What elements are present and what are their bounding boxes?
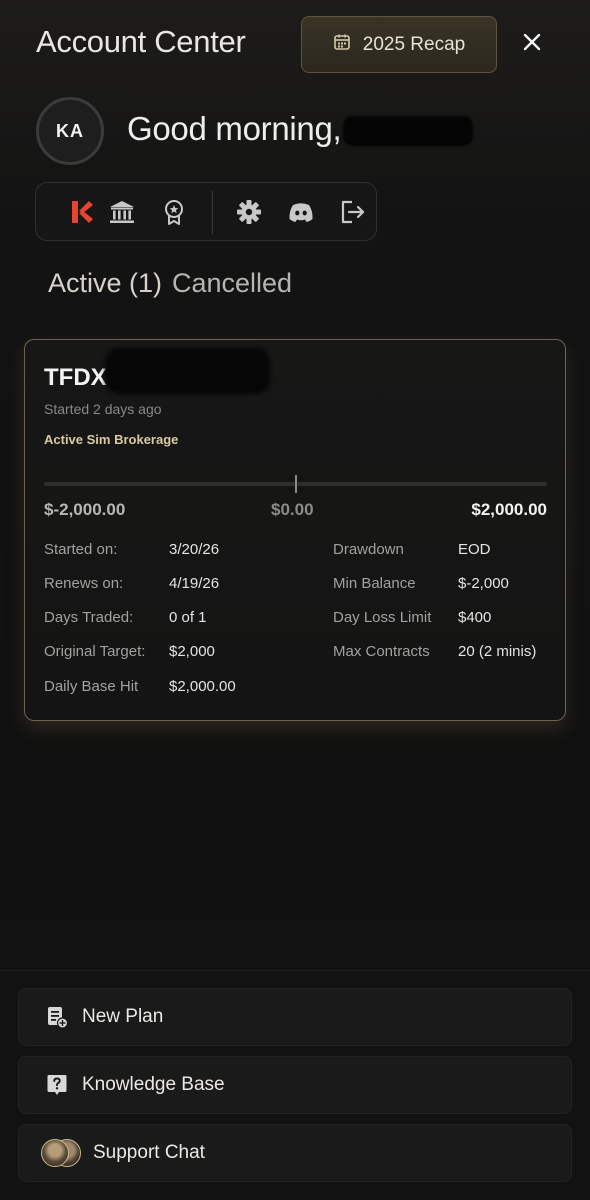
detail-value: EOD xyxy=(458,541,491,558)
new-plan-icon xyxy=(45,1005,69,1029)
detail-value: $2,000.00 xyxy=(169,678,236,695)
knowledge-base-label: Knowledge Base xyxy=(82,1074,225,1095)
detail-value: 20 (2 minis) xyxy=(458,643,537,660)
brand-logo-icon[interactable] xyxy=(64,195,98,229)
detail-label: Daily Base Hit xyxy=(44,678,139,695)
close-button[interactable] xyxy=(516,28,548,60)
detail-label: Drawdown xyxy=(333,541,404,558)
tab-active[interactable]: Active (1) xyxy=(48,268,162,299)
detail-label: Days Traded: xyxy=(44,609,134,626)
detail-value: $400 xyxy=(458,609,492,626)
close-icon xyxy=(522,32,542,57)
pnl-range-marker xyxy=(294,475,297,493)
bank-icon[interactable] xyxy=(105,195,139,229)
support-agent-avatar xyxy=(41,1139,69,1167)
detail-value: $2,000 xyxy=(169,643,215,660)
range-high: $2,000.00 xyxy=(471,500,547,519)
bottom-divider xyxy=(0,970,590,971)
detail-value: 0 of 1 xyxy=(169,609,207,626)
support-chat-button[interactable]: Support Chat xyxy=(18,1124,572,1182)
detail-value: 4/19/26 xyxy=(169,575,220,592)
avatar[interactable]: KA xyxy=(36,97,104,165)
detail-label: Started on: xyxy=(44,541,118,558)
page-title: Account Center xyxy=(36,24,246,59)
support-chat-label: Support Chat xyxy=(93,1142,205,1163)
detail-value: 3/20/26 xyxy=(169,541,220,558)
logout-icon[interactable] xyxy=(336,195,370,229)
detail-label: Max Contracts xyxy=(333,643,430,660)
new-plan-label: New Plan xyxy=(82,1006,164,1027)
status-label: Active Sim Brokerage xyxy=(44,432,179,447)
range-low: $-2,000.00 xyxy=(44,500,126,519)
new-plan-button[interactable]: New Plan xyxy=(18,988,572,1046)
recap-button[interactable]: 2025 Recap xyxy=(301,16,497,73)
question-icon xyxy=(45,1073,69,1097)
tab-cancelled[interactable]: Cancelled xyxy=(172,268,292,299)
discord-icon[interactable] xyxy=(284,195,318,229)
gear-icon[interactable] xyxy=(232,195,266,229)
support-avatars xyxy=(41,1139,85,1169)
award-icon[interactable] xyxy=(157,195,191,229)
redacted-username xyxy=(343,116,474,147)
recap-label: 2025 Recap xyxy=(362,33,466,55)
knowledge-base-button[interactable]: Knowledge Base xyxy=(18,1056,572,1114)
quick-nav-bar xyxy=(35,182,377,241)
started-ago: Started 2 days ago xyxy=(44,401,162,417)
icon-bar-divider xyxy=(212,191,213,234)
plan-card[interactable]: TFDX Started 2 days ago Active Sim Broke… xyxy=(24,339,566,721)
detail-value: $-2,000 xyxy=(458,575,509,592)
detail-label: Renews on: xyxy=(44,575,124,592)
detail-label: Day Loss Limit xyxy=(333,609,432,626)
plan-name: TFDX xyxy=(44,364,107,391)
detail-label: Original Target: xyxy=(44,643,146,660)
greeting: Good morning, xyxy=(127,110,474,148)
redacted-plan-id xyxy=(105,348,270,394)
detail-label: Min Balance xyxy=(333,575,416,592)
header: Account Center 2025 Recap xyxy=(0,0,590,90)
range-mid: $0.00 xyxy=(271,500,314,519)
calendar-icon xyxy=(333,33,351,57)
account-center-panel: Account Center 2025 Recap KA Good mornin… xyxy=(0,0,590,1200)
greeting-text: Good morning, xyxy=(127,110,342,147)
